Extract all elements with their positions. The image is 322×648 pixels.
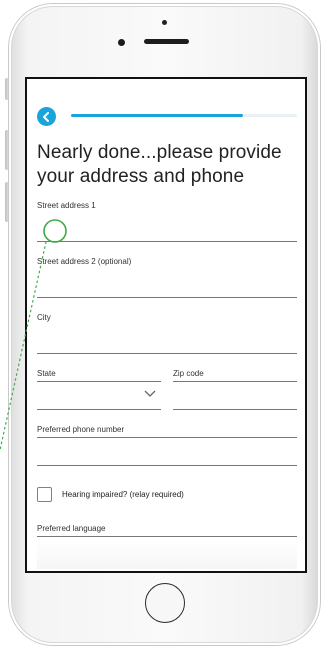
stage: Nearly done...please provide your addres… bbox=[0, 0, 322, 648]
progress-bar bbox=[71, 114, 297, 117]
zip-code-label: Zip code bbox=[173, 369, 204, 378]
home-button[interactable] bbox=[145, 583, 185, 623]
phone-number-label: Preferred phone number bbox=[37, 425, 125, 434]
page-title: Nearly done...please provide your addres… bbox=[37, 142, 282, 187]
city-underline bbox=[37, 353, 297, 354]
phone-number-input[interactable] bbox=[37, 437, 297, 465]
city-label: City bbox=[37, 313, 51, 322]
state-underline bbox=[37, 409, 161, 410]
chevron-down-icon bbox=[144, 390, 156, 397]
chevron-left-icon bbox=[43, 111, 49, 122]
street-address-1-underline bbox=[37, 241, 297, 242]
phone-number-top-line bbox=[37, 437, 297, 438]
state-select-top-line bbox=[37, 381, 161, 382]
progress-bar-fill bbox=[71, 114, 243, 117]
city-input[interactable] bbox=[37, 325, 297, 353]
front-camera bbox=[118, 39, 125, 46]
zip-code-top-line bbox=[173, 381, 297, 382]
street-address-1-input[interactable] bbox=[37, 213, 297, 241]
state-label: State bbox=[37, 369, 56, 378]
zip-code-underline bbox=[173, 409, 297, 410]
preferred-language-top-line bbox=[37, 536, 297, 537]
street-address-2-input[interactable] bbox=[37, 269, 297, 297]
proximity-sensor bbox=[162, 20, 167, 25]
hearing-impaired-label: Hearing impaired? (relay required) bbox=[62, 490, 184, 499]
earpiece-speaker bbox=[144, 39, 189, 44]
zip-code-input[interactable] bbox=[173, 381, 297, 409]
phone-number-underline bbox=[37, 465, 297, 466]
hearing-impaired-checkbox[interactable] bbox=[37, 487, 52, 502]
street-address-2-underline bbox=[37, 297, 297, 298]
street-address-2-label: Street address 2 (optional) bbox=[37, 257, 132, 266]
phone-screen: Nearly done...please provide your addres… bbox=[25, 77, 307, 573]
street-address-1-label: Street address 1 bbox=[37, 201, 96, 210]
preferred-language-input[interactable] bbox=[37, 539, 297, 569]
preferred-language-label: Preferred language bbox=[37, 524, 106, 533]
back-button[interactable] bbox=[37, 107, 56, 126]
